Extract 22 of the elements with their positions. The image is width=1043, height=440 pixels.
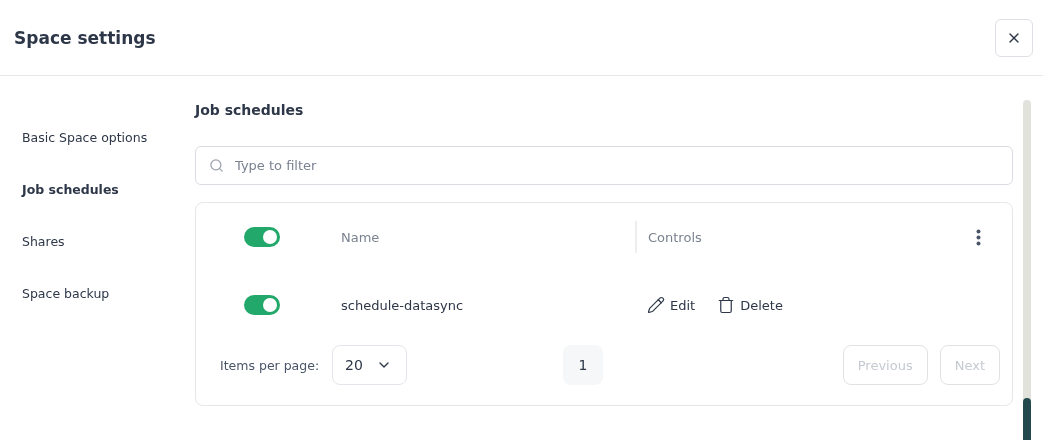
delete-button[interactable]: Delete xyxy=(717,296,783,314)
page-button[interactable]: 1 xyxy=(562,345,603,385)
close-button[interactable] xyxy=(995,18,1033,57)
items-per-page-label: Items per page: xyxy=(220,357,320,373)
page-size-select[interactable]: 20 xyxy=(332,345,408,385)
search-icon xyxy=(209,158,224,173)
column-header: Name xyxy=(341,229,381,245)
trash-icon xyxy=(717,296,736,314)
kebab-icon xyxy=(976,228,981,246)
section-title: Job schedules xyxy=(195,102,305,118)
sidebar-item[interactable]: Shares xyxy=(22,232,195,251)
toggle-switch[interactable] xyxy=(244,227,280,247)
pencil-icon xyxy=(647,296,665,314)
sidebar-item[interactable]: Job schedules xyxy=(22,180,195,199)
table-cell-text: schedule-datasync xyxy=(341,297,465,313)
filter-field[interactable]: Type to filter xyxy=(195,146,1013,185)
toggle-switch[interactable] xyxy=(244,295,280,315)
sidebar-item[interactable]: Basic Space options xyxy=(22,128,195,147)
scrollbar[interactable] xyxy=(1023,100,1031,440)
window-title: Space settings xyxy=(14,27,156,48)
edit-button[interactable]: Edit xyxy=(647,296,696,314)
sidebar-item[interactable]: Space backup xyxy=(22,284,195,303)
